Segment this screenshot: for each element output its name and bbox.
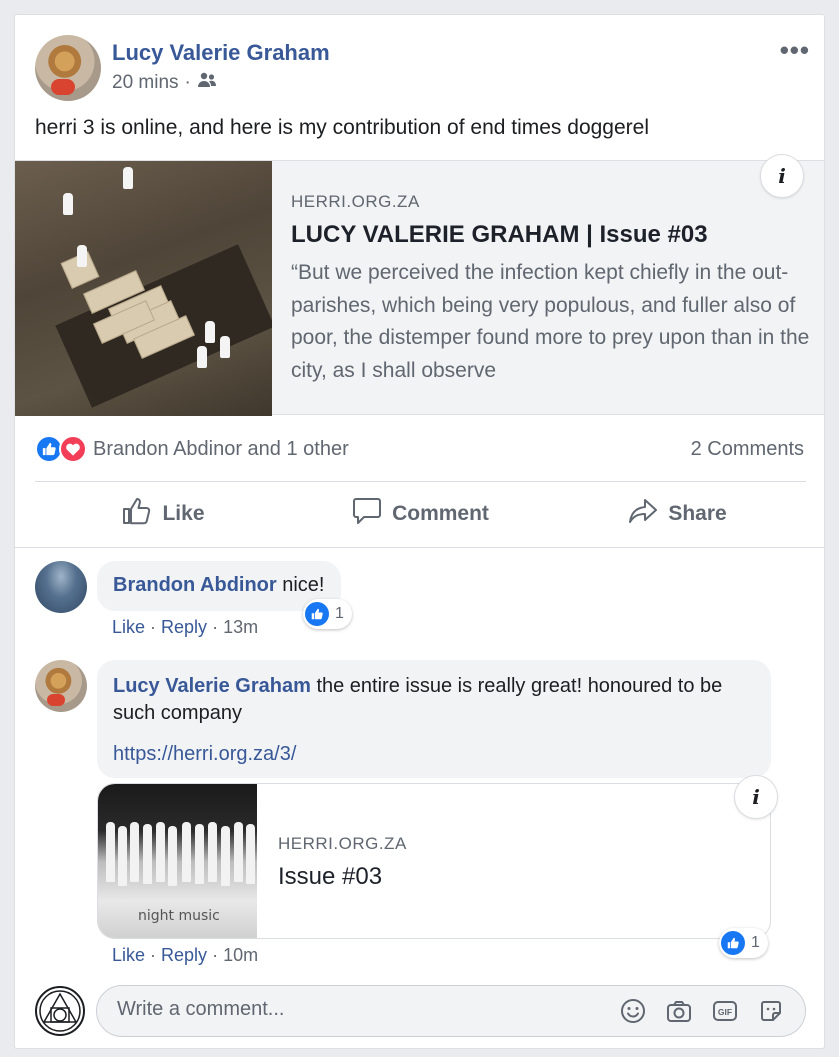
comment-reaction-count[interactable]: 1 <box>719 928 768 958</box>
friends-audience-icon[interactable] <box>197 72 217 94</box>
meta-separator: · <box>207 617 224 637</box>
share-button[interactable]: Share <box>549 481 806 547</box>
thumbs-up-icon <box>122 497 152 531</box>
post-author-name[interactable]: Lucy Valerie Graham <box>112 40 330 66</box>
meta-separator: · <box>145 617 162 637</box>
meta-dot: · <box>184 72 191 93</box>
reaction-count: 1 <box>751 934 760 951</box>
comment-reaction-count[interactable]: 1 <box>303 599 352 629</box>
info-icon[interactable]: i <box>760 154 804 198</box>
post-actions: Like Comment Share <box>35 481 806 547</box>
meta-separator: · <box>207 945 224 965</box>
post-text: herri 3 is online, and here is my contri… <box>35 116 650 139</box>
comment-bubble: Lucy Valerie Graham the entire issue is … <box>97 660 771 778</box>
post-card: Lucy Valerie Graham 20 mins · ••• herri … <box>14 14 825 1049</box>
like-label: Like <box>162 502 205 525</box>
reaction-names: Brandon Abdinor and 1 other <box>93 437 349 460</box>
post-meta: 20 mins · <box>112 72 217 94</box>
camera-icon[interactable] <box>665 997 693 1025</box>
gif-icon[interactable]: GIF <box>711 997 739 1025</box>
like-reaction-icon <box>721 931 745 955</box>
current-user-avatar[interactable] <box>35 986 85 1036</box>
comment-bubble-icon <box>352 497 382 531</box>
love-reaction-icon <box>59 435 87 463</box>
divider <box>15 547 824 548</box>
comment-label: Comment <box>392 502 489 525</box>
comment-reply-link[interactable]: Reply <box>161 945 207 965</box>
info-icon[interactable]: i <box>734 775 778 819</box>
author-avatar[interactable] <box>35 35 101 101</box>
composer-tools: GIF <box>619 997 785 1025</box>
link-description: “But we perceived the infection kept chi… <box>291 261 810 382</box>
like-reaction-icon <box>305 602 329 626</box>
meta-separator: · <box>145 945 162 965</box>
comment-input[interactable] <box>117 998 577 1021</box>
like-button[interactable]: Like <box>35 481 292 547</box>
comment-author[interactable]: Lucy Valerie Graham <box>113 675 311 697</box>
comment-bubble: Brandon Abdinor nice! <box>97 561 341 611</box>
comment-link-preview[interactable]: night music HERRI.ORG.ZA Issue #03 <box>97 783 771 939</box>
comment-composer[interactable]: GIF <box>96 985 806 1037</box>
more-options-icon[interactable]: ••• <box>780 35 810 66</box>
sticker-icon[interactable] <box>757 997 785 1025</box>
preview-domain: HERRI.ORG.ZA <box>278 834 407 853</box>
comment-meta: Like · Reply · 10m <box>112 945 258 966</box>
post-timestamp[interactable]: 20 mins <box>112 72 179 94</box>
commenter-avatar[interactable] <box>35 660 87 712</box>
comment-time[interactable]: 13m <box>223 617 258 637</box>
comment-button[interactable]: Comment <box>292 481 549 547</box>
comment-link[interactable]: https://herri.org.za/3/ <box>113 743 296 765</box>
comment-author[interactable]: Brandon Abdinor <box>113 574 277 596</box>
svg-text:GIF: GIF <box>718 1007 732 1017</box>
comment-text: nice! <box>276 574 325 596</box>
comment-reply-link[interactable]: Reply <box>161 617 207 637</box>
reaction-summary[interactable]: Brandon Abdinor and 1 other <box>35 435 349 463</box>
emoji-icon[interactable] <box>619 997 647 1025</box>
comment-time[interactable]: 10m <box>223 945 258 965</box>
share-arrow-icon <box>628 497 658 531</box>
commenter-avatar[interactable] <box>35 561 87 613</box>
link-preview-card[interactable]: HERRI.ORG.ZA LUCY VALERIE GRAHAM | Issue… <box>15 154 824 416</box>
link-title[interactable]: LUCY VALERIE GRAHAM | Issue #03 <box>291 221 708 249</box>
preview-title[interactable]: Issue #03 <box>278 863 382 891</box>
comment-like-link[interactable]: Like <box>112 945 145 965</box>
reaction-count: 1 <box>335 605 344 622</box>
image-caption: night music <box>138 908 220 924</box>
share-label: Share <box>668 502 727 525</box>
comment-like-link[interactable]: Like <box>112 617 145 637</box>
comment-meta: Like · Reply · 13m <box>112 617 258 638</box>
comments-count[interactable]: 2 Comments <box>691 438 804 461</box>
link-preview-image[interactable] <box>15 161 272 416</box>
comment-preview-image[interactable]: night music <box>98 784 257 938</box>
link-domain: HERRI.ORG.ZA <box>291 192 420 211</box>
